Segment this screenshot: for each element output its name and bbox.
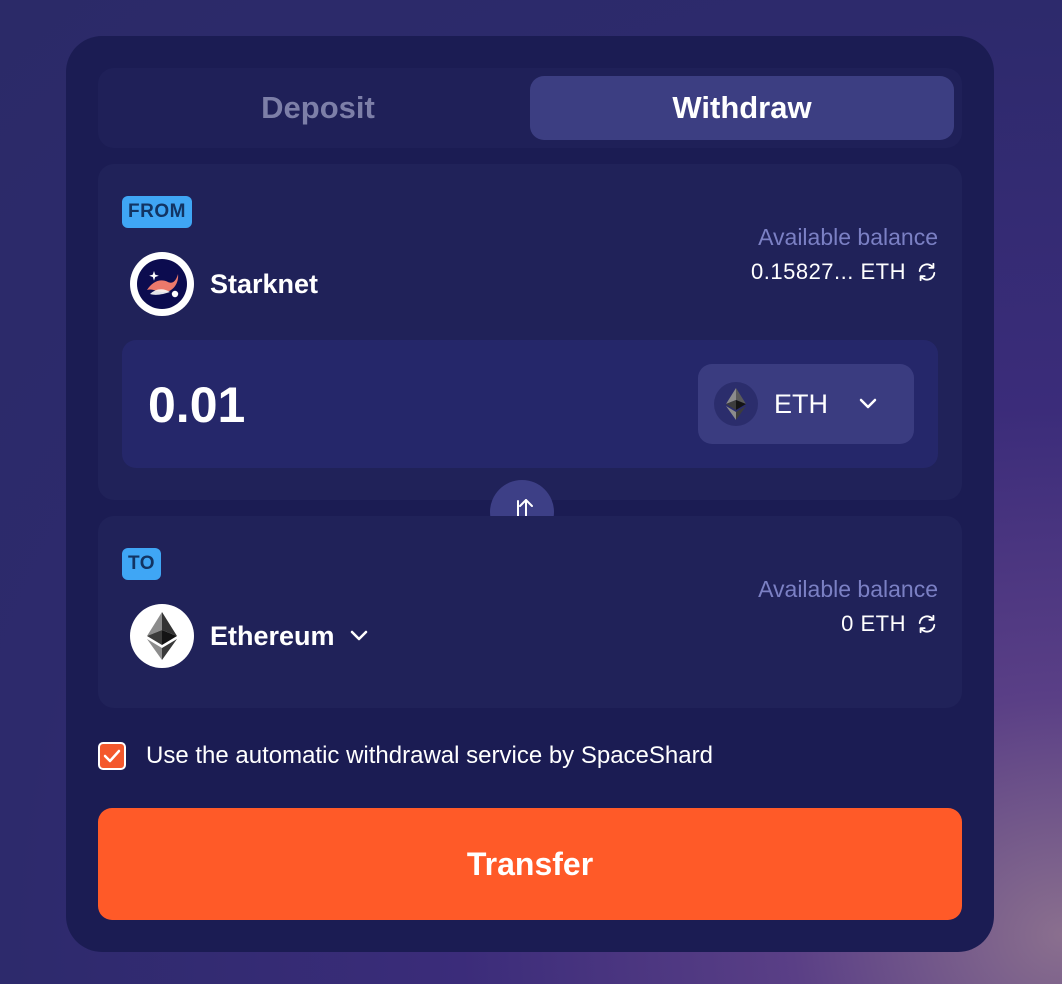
amount-input[interactable] [146, 370, 650, 440]
starknet-logo-icon [130, 252, 194, 316]
auto-withdraw-checkbox[interactable] [98, 742, 126, 770]
tab-deposit[interactable]: Deposit [106, 76, 530, 140]
from-balance-label: Available balance [758, 224, 938, 250]
refresh-icon[interactable] [916, 261, 938, 283]
from-badge: FROM [122, 196, 192, 228]
ethereum-logo-icon [130, 604, 194, 668]
eth-icon [714, 382, 758, 426]
from-balance-row: 0.15827... ETH [751, 259, 938, 285]
from-section: FROM Starknet Available balance 0.15827.… [98, 164, 962, 500]
from-balance-value: 0.15827... ETH [751, 259, 906, 284]
chevron-down-icon [858, 398, 878, 410]
amount-box: ETH [122, 340, 938, 468]
to-balance: Available balance 0 ETH [758, 576, 938, 637]
from-balance: Available balance 0.15827... ETH [751, 224, 938, 285]
auto-withdraw-label: Use the automatic withdrawal service by … [146, 742, 713, 769]
direction-tabs: Deposit Withdraw [98, 68, 962, 148]
to-badge: TO [122, 548, 162, 580]
from-network: Starknet [130, 252, 318, 316]
to-balance-label: Available balance [758, 576, 938, 602]
tab-withdraw[interactable]: Withdraw [530, 76, 954, 140]
checkmark-icon [103, 749, 121, 763]
auto-withdraw-option[interactable]: Use the automatic withdrawal service by … [98, 742, 713, 770]
token-select[interactable]: ETH [698, 364, 914, 444]
to-balance-value: 0 ETH [841, 611, 906, 636]
to-section: TO Ethereum Available balance 0 ETH [98, 516, 962, 708]
to-network-name: Ethereum [210, 620, 335, 651]
to-balance-row: 0 ETH [758, 611, 938, 637]
to-network-select[interactable]: Ethereum [130, 604, 369, 668]
from-network-name: Starknet [210, 268, 319, 299]
refresh-icon[interactable] [916, 613, 938, 635]
transfer-button[interactable]: Transfer [98, 808, 962, 920]
token-name: ETH [774, 388, 828, 419]
chevron-down-icon [349, 630, 369, 642]
bridge-card: Deposit Withdraw FROM Starknet Available… [66, 36, 994, 952]
